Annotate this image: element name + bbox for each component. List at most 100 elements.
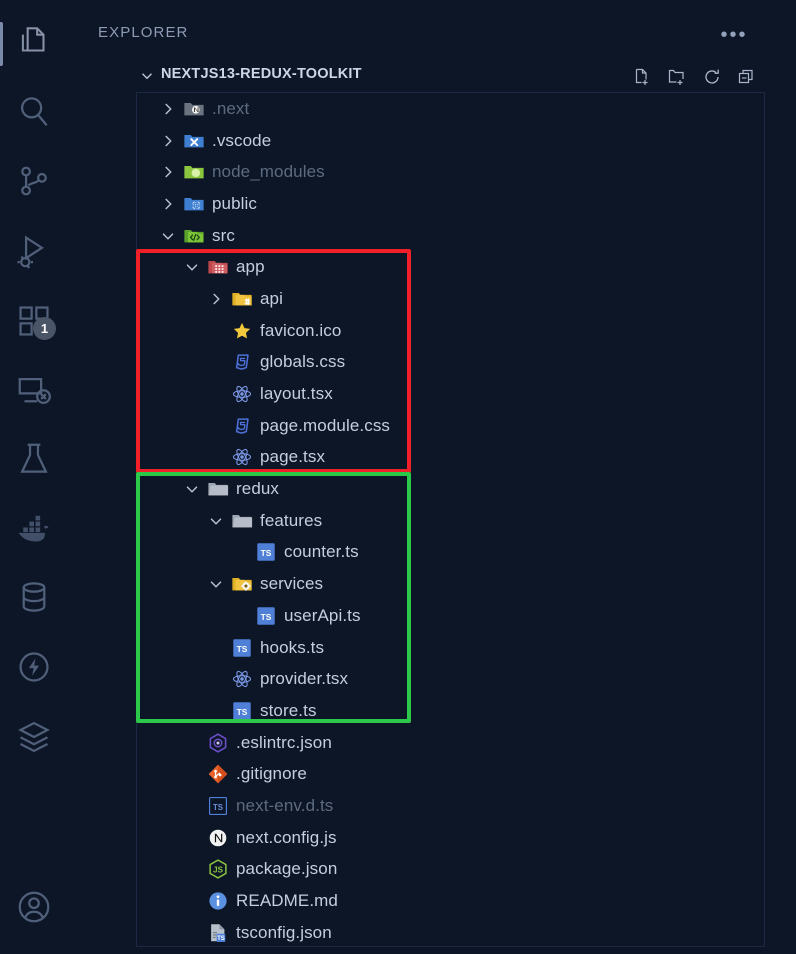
database-icon [15,578,53,616]
tree-row-src[interactable]: src [137,220,764,252]
svg-text:TS: TS [261,548,272,558]
activity-item-testing[interactable] [0,428,68,490]
tree-row-tsconfig-json[interactable]: TS tsconfig.json [137,917,764,946]
collapse-all-icon[interactable] [734,65,760,89]
tree-item-label: next.config.js [236,827,337,847]
tree-row--gitignore[interactable]: .gitignore [137,758,764,790]
activity-item-database[interactable] [0,566,68,628]
activity-item-remote-explorer[interactable] [0,360,68,422]
chevron-right-icon[interactable] [159,132,177,150]
svg-text:TS: TS [261,612,272,622]
typescript-def-icon: TS [207,795,229,817]
tree-row-node-modules[interactable]: node_modules [137,156,764,188]
chevron-right-icon[interactable] [207,290,225,308]
files-icon [15,22,53,60]
chevron-right-icon[interactable] [159,100,177,118]
source-control-icon [15,162,53,200]
tree-item-label: page.module.css [260,415,391,435]
tree-item-label: package.json [236,859,338,879]
tree-row-public[interactable]: public [137,188,764,220]
refresh-icon[interactable] [699,65,725,89]
activity-item-run-and-debug[interactable] [0,220,68,282]
info-icon [207,890,229,912]
tree-row-page-tsx[interactable]: page.tsx [137,442,764,474]
tree-item-label: app [236,257,265,277]
activity-item-extensions[interactable]: 1 [0,290,68,352]
tree-item-label: hooks.ts [260,637,325,657]
activity-item-search[interactable] [0,80,68,142]
tree-row-features[interactable]: features [137,505,764,537]
tree-row-services[interactable]: services [137,568,764,600]
views-and-more-actions-button[interactable]: ••• [718,22,750,48]
tree-row-api[interactable]: api [137,283,764,315]
new-file-button[interactable] [629,65,655,89]
activity-item-layers[interactable] [0,706,68,768]
tree-row-store-ts[interactable]: TS store.ts [137,695,764,727]
tree-row-favicon-ico[interactable]: favicon.ico [137,315,764,347]
activity-item-explorer[interactable] [0,10,68,72]
tree-row-redux[interactable]: redux [137,473,764,505]
tree-row-hooks-ts[interactable]: TS hooks.ts [137,632,764,664]
chevron-down-icon[interactable] [138,67,156,85]
chevron-right-icon[interactable] [159,195,177,213]
file-tree[interactable]: .next .vscode node_modules public src app api f… [136,92,765,947]
workspace-root-row[interactable]: NEXTJS13-REDUX-TOOLKIT [68,62,796,90]
favicon-star-icon [231,320,253,342]
thunder-icon [15,648,53,686]
eslint-icon [207,732,229,754]
tree-row-userapi-ts[interactable]: TS userApi.ts [137,600,764,632]
nodejs-icon: JS [207,858,229,880]
tree-row--vscode[interactable]: .vscode [137,125,764,157]
tree-row-provider-tsx[interactable]: provider.tsx [137,663,764,695]
tree-row-readme-md[interactable]: README.md [137,885,764,917]
tree-item-label: provider.tsx [260,669,349,689]
folder-src-icon [183,225,205,247]
chevron-down-icon[interactable] [183,480,201,498]
tree-row-package-json[interactable]: JS package.json [137,854,764,886]
activity-item-accounts[interactable] [0,876,68,938]
tree-item-label: .next [212,98,250,118]
react-icon [231,668,253,690]
tree-row-next-env-d-ts[interactable]: TS next-env.d.ts [137,790,764,822]
chevron-down-icon[interactable] [159,227,177,245]
tree-row-app[interactable]: app [137,251,764,283]
tsconfig-icon: TS [207,922,229,944]
tree-row-layout-tsx[interactable]: layout.tsx [137,378,764,410]
folder-node-icon [183,161,205,183]
git-icon [207,763,229,785]
beaker-icon [15,440,53,478]
tree-row-next-config-js[interactable]: next.config.js [137,822,764,854]
tree-item-label: .vscode [212,130,272,150]
tree-row--eslintrc-json[interactable]: .eslintrc.json [137,727,764,759]
tree-item-label: node_modules [212,162,325,182]
activity-item-docker[interactable] [0,498,68,560]
svg-text:TS: TS [213,803,223,812]
docker-icon [14,509,54,549]
tree-item-label: page.tsx [260,447,326,467]
chevron-down-icon[interactable] [183,258,201,276]
react-icon [231,383,253,405]
activity-item-source-control[interactable] [0,150,68,212]
folder-plain-icon [207,478,229,500]
chevron-down-icon[interactable] [207,575,225,593]
tree-row-page-module-css[interactable]: page.module.css [137,410,764,442]
folder-vscode-icon [183,130,205,152]
svg-text:TS: TS [237,707,248,717]
folder-plain-icon [231,510,253,532]
folder-api-icon [231,288,253,310]
chevron-right-icon[interactable] [159,163,177,181]
nextjs-icon [207,827,229,849]
tree-item-label: counter.ts [284,542,359,562]
tree-item-label: src [212,225,235,245]
new-folder-button[interactable] [664,65,690,89]
activity-item-thunder-client[interactable] [0,636,68,698]
folder-app-icon [207,256,229,278]
svg-text:TS: TS [217,936,225,942]
tree-row-counter-ts[interactable]: TS counter.ts [137,537,764,569]
run-debug-icon [15,232,53,270]
svg-text:TS: TS [237,643,248,653]
tree-row-globals-css[interactable]: globals.css [137,347,764,379]
typescript-icon: TS [255,605,277,627]
chevron-down-icon[interactable] [207,512,225,530]
tree-row--next[interactable]: .next [137,93,764,125]
